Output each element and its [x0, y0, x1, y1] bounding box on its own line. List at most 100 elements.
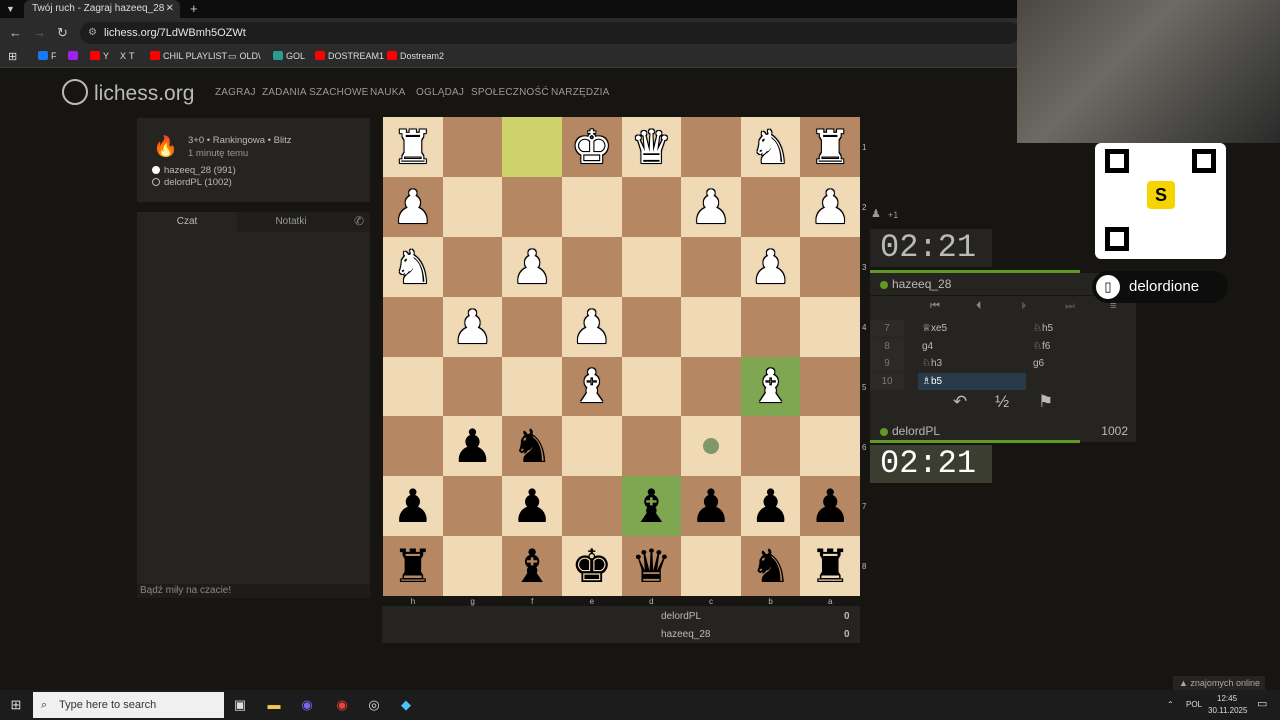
file-explorer-icon[interactable]: ▬ — [265, 696, 283, 714]
lichess-logo[interactable]: lichess.org — [62, 79, 194, 106]
clock-time[interactable]: 12:45 — [1217, 694, 1237, 703]
white-move[interactable]: g4 — [918, 338, 1026, 355]
black-pawn-icon[interactable]: ♟ — [392, 483, 433, 529]
next-move-icon[interactable]: ⏵ — [1021, 300, 1027, 313]
bookmark-y[interactable]: Y — [90, 51, 109, 61]
back-icon[interactable]: ← — [9, 25, 22, 40]
app-icon[interactable]: ◆ — [397, 696, 415, 714]
phone-icon[interactable]: ✆ — [354, 214, 364, 228]
board-square[interactable] — [502, 296, 562, 357]
board-square[interactable]: ♟ — [800, 476, 860, 537]
black-bishop-icon[interactable]: ♝ — [511, 543, 552, 589]
board-square[interactable] — [442, 117, 503, 177]
menu-community[interactable]: SPOŁECZNOŚĆ — [471, 87, 549, 98]
white-player-row[interactable]: hazeeq_28 (991) — [152, 165, 236, 176]
board-square[interactable]: ♞ — [383, 236, 443, 297]
black-pawn-icon[interactable]: ♟ — [810, 483, 851, 529]
black-bishop-icon[interactable]: ♝ — [631, 483, 672, 529]
board-square[interactable]: ♞ — [502, 416, 562, 477]
white-knight-icon[interactable]: ♞ — [750, 124, 791, 170]
board-square[interactable]: ♚ — [561, 536, 622, 596]
black-queen-icon[interactable]: ♛ — [631, 543, 672, 589]
black-move[interactable]: g6 — [1033, 355, 1044, 372]
board-square[interactable]: ♜ — [383, 536, 443, 596]
board-square[interactable] — [561, 176, 622, 237]
board-square[interactable] — [383, 356, 443, 417]
board-square[interactable] — [442, 176, 503, 237]
takeback-button[interactable]: ↶ — [953, 392, 967, 412]
black-rook-icon[interactable]: ♜ — [392, 543, 433, 589]
bookmark-old[interactable]: ▭ OLD\ — [228, 51, 261, 62]
board-square[interactable] — [561, 236, 622, 297]
board-square[interactable]: ♟ — [383, 176, 443, 237]
address-bar[interactable]: ⚙ lichess.org/7LdWBmh5OZWt — [80, 22, 1020, 44]
board-square[interactable]: ♟ — [800, 176, 860, 237]
board-square[interactable]: ♝ — [502, 536, 562, 596]
reload-icon[interactable]: ↻ — [57, 25, 68, 41]
first-move-icon[interactable]: ⏮ — [930, 300, 940, 313]
board-square[interactable]: ♟ — [502, 476, 562, 537]
tab-notes[interactable]: Notatki — [241, 212, 341, 232]
board-square[interactable]: ♟ — [681, 476, 741, 537]
white-rook-icon[interactable]: ♜ — [810, 124, 851, 170]
board-square[interactable]: ♟ — [740, 476, 801, 537]
bookmark-gol[interactable]: GOL — [273, 51, 305, 61]
board-square[interactable] — [800, 296, 860, 357]
board-square[interactable] — [502, 356, 562, 417]
board-square[interactable] — [740, 296, 801, 357]
white-pawn-icon[interactable]: ♟ — [750, 244, 791, 290]
white-pawn-icon[interactable]: ♟ — [392, 184, 433, 230]
white-pawn-icon[interactable]: ♟ — [571, 304, 612, 350]
board-square[interactable]: ♟ — [442, 416, 503, 477]
board-square[interactable]: ♟ — [502, 236, 562, 297]
forward-icon[interactable]: → — [33, 25, 46, 40]
new-tab-button[interactable]: + — [190, 0, 198, 17]
board-square[interactable] — [442, 476, 503, 537]
white-pawn-icon[interactable]: ♟ — [511, 244, 552, 290]
bookmark-chil-playlist[interactable]: CHIL PLAYLIST — [150, 51, 227, 61]
obs-icon[interactable]: ◎ — [365, 696, 383, 714]
board-square[interactable] — [681, 536, 741, 596]
board-square[interactable]: ♛ — [621, 117, 682, 177]
offer-draw-button[interactable]: ½ — [995, 392, 1009, 412]
site-info-icon[interactable]: ⚙ — [88, 22, 97, 44]
board-square[interactable] — [621, 236, 682, 297]
white-move[interactable]: ♘h3 — [918, 355, 1026, 372]
board-square[interactable] — [681, 236, 741, 297]
black-rook-icon[interactable]: ♜ — [810, 543, 851, 589]
white-pawn-icon[interactable]: ♟ — [690, 184, 731, 230]
black-move[interactable]: ♘f6 — [1033, 338, 1050, 355]
board-square[interactable]: ♟ — [442, 296, 503, 357]
apps-icon[interactable]: ⊞ — [8, 50, 17, 63]
bookmark-t[interactable]: XT — [120, 51, 135, 61]
board-square[interactable] — [442, 236, 503, 297]
white-pawn-icon[interactable]: ♟ — [452, 304, 493, 350]
clock-date[interactable]: 30.11.2025 — [1208, 706, 1247, 715]
black-king-icon[interactable]: ♚ — [571, 543, 612, 589]
board-square[interactable]: ♛ — [621, 536, 682, 596]
notification-icon[interactable]: ▭ — [1257, 697, 1267, 710]
taskbar-search[interactable]: ⌕ Type here to search — [33, 692, 224, 718]
board-square[interactable]: ♜ — [800, 536, 860, 596]
board-square[interactable] — [681, 356, 741, 417]
black-knight-icon[interactable]: ♞ — [511, 423, 552, 469]
menu-learn[interactable]: NAUKA — [370, 87, 405, 98]
white-pawn-icon[interactable]: ♟ — [810, 184, 851, 230]
board-square[interactable] — [681, 416, 741, 477]
menu-puzzles[interactable]: ZADANIA SZACHOWE — [262, 87, 369, 98]
tab-search-icon[interactable]: ▼ — [6, 0, 15, 18]
board-square[interactable] — [681, 117, 741, 177]
board-square[interactable]: ♞ — [740, 117, 801, 177]
chess-board[interactable]: ♜ ♚ ♛ ♞ ♜ ♟ ♟ ♟ ♞ ♟ ♟ ♟ ♟ ♝ ♝ ♟ ♞ ♟ ♟ ♝ ♟ ♟ ♟ ♜ ♝ ♚ ♛ ♞ ♜ — [383, 117, 860, 596]
white-bishop-icon[interactable]: ♝ — [750, 363, 791, 409]
board-square[interactable] — [502, 176, 562, 237]
board-square[interactable] — [740, 416, 801, 477]
board-square[interactable]: ♜ — [383, 117, 443, 177]
resign-flag-button[interactable]: ⚑ — [1038, 392, 1053, 412]
board-square[interactable]: ♞ — [740, 536, 801, 596]
white-queen-icon[interactable]: ♛ — [631, 124, 672, 170]
board-square[interactable] — [502, 117, 562, 177]
board-square[interactable]: ♚ — [561, 117, 622, 177]
board-square[interactable]: ♝ — [740, 356, 801, 417]
black-pawn-icon[interactable]: ♟ — [511, 483, 552, 529]
